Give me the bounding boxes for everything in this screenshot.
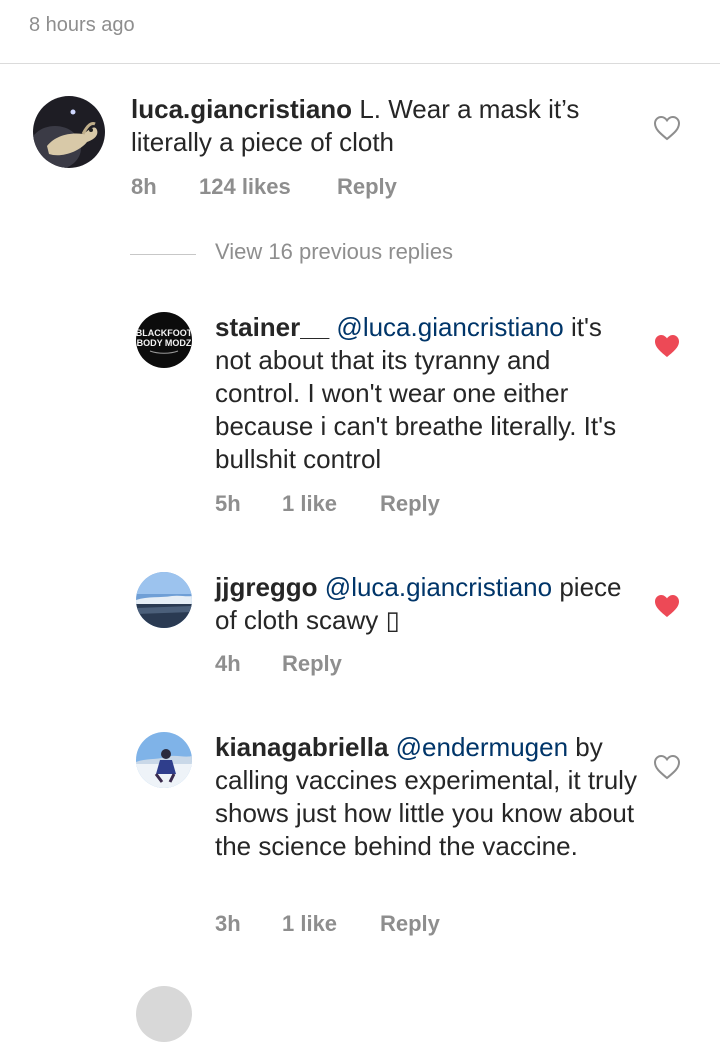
comment-text: jjgreggo @luca.giancristiano piece of cl… <box>215 571 640 637</box>
person-photo-avatar <box>136 732 192 788</box>
comment-mention[interactable]: @luca.giancristiano <box>325 572 552 602</box>
reply-button[interactable]: Reply <box>380 911 440 937</box>
avatar[interactable] <box>136 986 192 1042</box>
reply-button[interactable]: Reply <box>282 651 342 677</box>
comment-time: 5h <box>215 491 241 516</box>
reply-button[interactable]: Reply <box>337 174 397 200</box>
svg-text:BLACKFOOT: BLACKFOOT <box>136 328 192 338</box>
top-bar: 8 hours ago <box>0 0 720 64</box>
comment-username[interactable]: luca.giancristiano <box>131 94 352 124</box>
comment-meta: 8h 124 likes Reply <box>131 174 461 202</box>
comment-username[interactable]: kianagabriella <box>215 732 388 762</box>
view-replies-label[interactable]: View 16 previous replies <box>215 239 453 265</box>
avatar[interactable]: BLACKFOOT BODY MODZ <box>136 312 192 368</box>
comment-mention[interactable]: @endermugen <box>396 732 568 762</box>
comment-meta: 4h Reply <box>215 651 415 679</box>
svg-text:BODY MODZ: BODY MODZ <box>137 338 192 348</box>
dog-photo-avatar <box>33 96 105 168</box>
post-timestamp: 8 hours ago <box>29 14 135 36</box>
comment-meta: 5h 1 like Reply <box>215 491 475 519</box>
comment-mention[interactable]: @luca.giancristiano <box>336 312 563 342</box>
avatar[interactable] <box>33 96 105 168</box>
heart-filled-icon[interactable] <box>653 333 681 359</box>
comment-text: luca.giancristiano L. Wear a mask it’s l… <box>131 93 636 159</box>
comment-time: 8h <box>131 174 157 199</box>
avatar[interactable] <box>136 732 192 788</box>
heart-outline-icon[interactable] <box>653 115 681 141</box>
comment-username[interactable]: jjgreggo <box>215 572 318 602</box>
avatar[interactable] <box>136 572 192 628</box>
replies-divider <box>130 254 196 255</box>
comment-time: 3h <box>215 911 241 936</box>
view-previous-replies[interactable]: View 16 previous replies <box>130 239 630 271</box>
comment-likes[interactable]: 124 likes <box>199 174 291 200</box>
heart-outline-icon[interactable] <box>653 754 681 780</box>
comment-time: 4h <box>215 651 241 676</box>
blackfoot-body-modz-logo-avatar: BLACKFOOT BODY MODZ <box>136 312 192 368</box>
comment-likes[interactable]: 1 like <box>282 911 337 937</box>
reply-button[interactable]: Reply <box>380 491 440 517</box>
comment-likes[interactable]: 1 like <box>282 491 337 517</box>
comment-text: kianagabriella @endermugen by calling va… <box>215 731 640 863</box>
landscape-photo-avatar <box>136 572 192 628</box>
comment-username[interactable]: stainer__ <box>215 312 329 342</box>
comment-meta: 3h 1 like Reply <box>215 911 475 939</box>
comment-text: stainer__ @luca.giancristiano it's not a… <box>215 311 640 476</box>
heart-filled-icon[interactable] <box>653 593 681 619</box>
